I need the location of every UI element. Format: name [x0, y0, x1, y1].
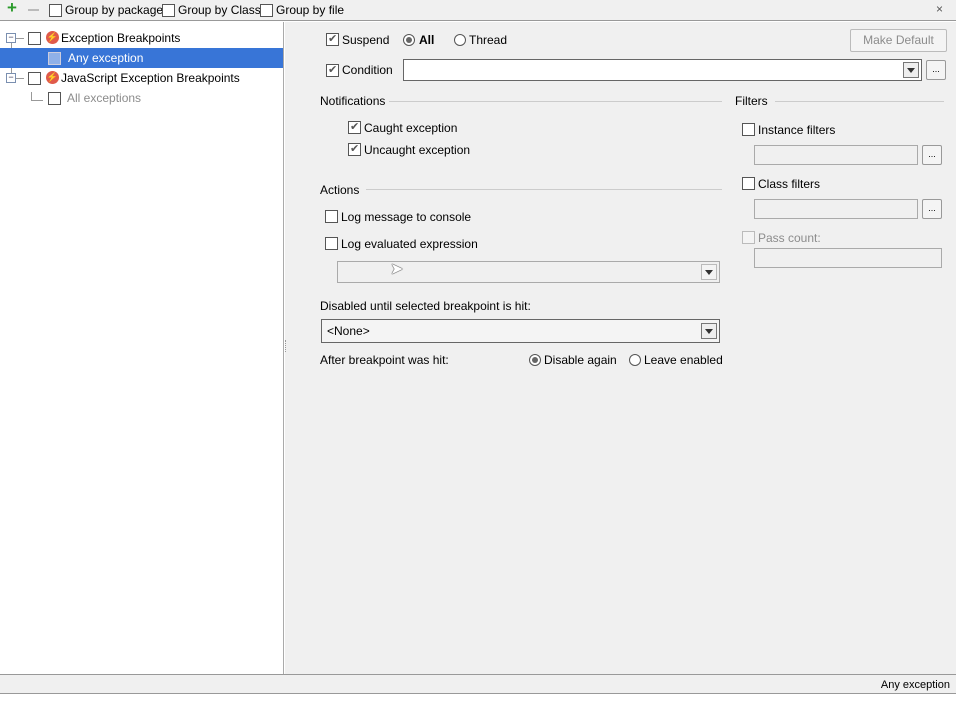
toolbar: + Group by package Group by Class Group …: [0, 0, 956, 21]
disabled-until-select[interactable]: <None>: [321, 319, 720, 343]
close-icon[interactable]: ×: [936, 2, 943, 16]
uncaught-exception-label: Uncaught exception: [364, 143, 471, 157]
tree-line: [31, 100, 43, 101]
instance-filters-checkbox[interactable]: [742, 123, 755, 136]
all-label: All: [419, 33, 435, 47]
suspend-label: Suspend: [342, 33, 390, 47]
tree-checkbox[interactable]: [48, 52, 61, 65]
disabled-until-value: <None>: [327, 324, 370, 338]
plus-icon[interactable]: +: [7, 0, 17, 18]
condition-label: Condition: [342, 63, 393, 77]
thread-radio[interactable]: [454, 34, 466, 46]
divider: [775, 101, 944, 102]
collapse-icon[interactable]: −: [6, 33, 16, 43]
class-filters-label: Class filters: [758, 177, 821, 191]
class-filters-checkbox[interactable]: [742, 177, 755, 190]
disable-again-radio[interactable]: [529, 354, 541, 366]
actions-heading: Actions: [320, 183, 360, 197]
log-message-label: Log message to console: [341, 210, 472, 224]
notifications-heading: Notifications: [320, 94, 386, 108]
caught-exception-checkbox[interactable]: [348, 120, 361, 134]
minus-icon[interactable]: [28, 9, 39, 11]
tree-item-javascript-exception-breakpoints[interactable]: JavaScript Exception Breakpoints: [61, 71, 240, 85]
tree-line: [16, 78, 24, 79]
instance-filters-label: Instance filters: [758, 123, 836, 137]
all-radio[interactable]: [403, 34, 415, 46]
condition-input[interactable]: [403, 59, 922, 81]
group-by-class-checkbox[interactable]: [162, 4, 175, 17]
instance-filters-input[interactable]: [754, 145, 918, 165]
condition-more-button[interactable]: ...: [926, 60, 946, 80]
divider: [366, 189, 722, 190]
filters-heading: Filters: [735, 94, 768, 108]
make-default-button[interactable]: Make Default: [850, 29, 947, 52]
instance-filters-more-button[interactable]: ...: [922, 145, 942, 165]
after-hit-label: After breakpoint was hit:: [320, 353, 449, 367]
condition-checkbox[interactable]: [326, 63, 339, 77]
chevron-down-icon[interactable]: [701, 264, 717, 280]
class-filters-input[interactable]: [754, 199, 918, 219]
tree-line: [16, 38, 24, 39]
class-filters-more-button[interactable]: ...: [922, 199, 942, 219]
pass-count-checkbox[interactable]: [742, 231, 755, 244]
caught-exception-label: Caught exception: [364, 121, 458, 135]
suspend-checkbox[interactable]: [326, 32, 339, 46]
breakpoint-tree: − ⚡ Exception Breakpoints Any exception …: [0, 22, 284, 674]
leave-enabled-radio[interactable]: [629, 354, 641, 366]
mouse-cursor-icon: ➤: [390, 261, 404, 278]
disabled-until-label: Disabled until selected breakpoint is hi…: [320, 299, 531, 313]
leave-enabled-label: Leave enabled: [644, 353, 723, 367]
chevron-down-icon[interactable]: [903, 62, 919, 78]
group-by-package-checkbox[interactable]: [49, 4, 62, 17]
tree-item-label: Any exception: [68, 51, 144, 65]
disable-again-label: Disable again: [544, 353, 617, 367]
log-expression-label: Log evaluated expression: [341, 237, 478, 251]
collapse-icon[interactable]: −: [6, 73, 16, 83]
tree-checkbox[interactable]: [28, 72, 41, 85]
log-expression-checkbox[interactable]: [325, 237, 338, 250]
status-bar: Any exception: [0, 674, 956, 694]
lightning-icon: ⚡: [46, 71, 59, 84]
tree-item-exception-breakpoints[interactable]: Exception Breakpoints: [61, 31, 180, 45]
pass-count-input[interactable]: [754, 248, 942, 268]
divider: [389, 101, 722, 102]
status-text: Any exception: [880, 679, 950, 691]
log-message-checkbox[interactable]: [325, 210, 338, 223]
pass-count-label: Pass count:: [758, 231, 821, 245]
tree-item-any-exception[interactable]: Any exception: [0, 48, 283, 68]
uncaught-exception-checkbox[interactable]: [348, 142, 361, 156]
tree-checkbox[interactable]: [28, 32, 41, 45]
group-by-class-label: Group by Class: [178, 3, 261, 17]
group-by-file-label: Group by file: [276, 3, 345, 17]
group-by-file-checkbox[interactable]: [260, 4, 273, 17]
breakpoint-details: [285, 22, 956, 674]
tree-checkbox[interactable]: [48, 92, 61, 105]
splitter-handle[interactable]: [285, 340, 288, 352]
group-by-package-label: Group by package: [65, 3, 164, 17]
chevron-down-icon[interactable]: [701, 323, 717, 339]
tree-item-all-exceptions[interactable]: All exceptions: [67, 91, 141, 105]
lightning-icon: ⚡: [46, 31, 59, 44]
thread-label: Thread: [469, 33, 508, 47]
